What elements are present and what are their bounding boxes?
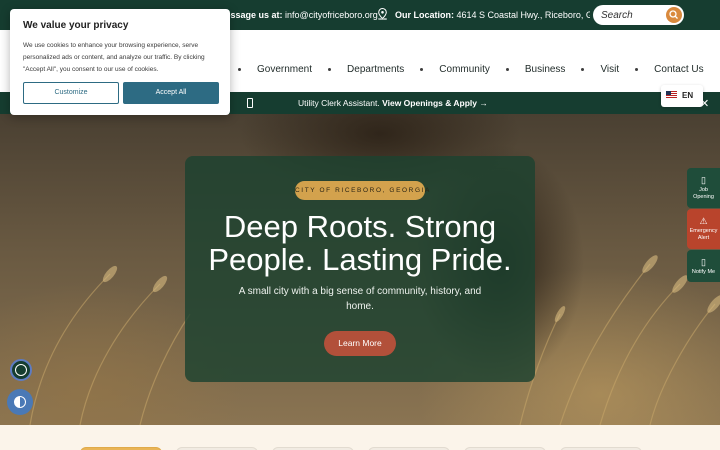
view-openings-link[interactable]: View Openings & Apply → [382, 98, 488, 108]
hero-section: CITY OF RICEBORO, GEORGIA Deep Roots. St… [0, 114, 720, 425]
language-selector[interactable]: EN [661, 85, 703, 107]
cookie-consent-dialog: We value your privacy We use cookies to … [10, 9, 230, 115]
job-opening-label-2: Opening [693, 194, 714, 200]
location-info: Our Location: 4614 S Coastal Hwy., Riceb… [395, 10, 590, 20]
job-opening-widget[interactable]: ▯ Job Opening [687, 168, 720, 208]
nav-separator [238, 68, 241, 71]
nav-item-business[interactable]: Business [517, 64, 574, 75]
nav-separator [635, 68, 639, 71]
message-info: Message us at: info@cityofriceboro.org [218, 10, 378, 20]
nav-item-departments[interactable]: Departments [339, 64, 412, 75]
job-opening-label-1: Job [699, 187, 708, 193]
emergency-alert-label-2: Alert [697, 235, 710, 241]
nav-item-contact-us[interactable]: Contact Us [646, 64, 711, 75]
search-icon [669, 10, 678, 19]
phone-icon: ▯ [701, 257, 706, 267]
location-address: 4614 S Coastal Hwy., Riceboro, GA 31323 [456, 10, 590, 20]
hero-subtitle: A small city with a big sense of communi… [238, 286, 482, 312]
warning-icon: ⚠ [699, 216, 708, 226]
announcement-text: Utility Clerk Assistant. View Openings &… [298, 98, 488, 108]
search-box [593, 5, 684, 25]
hero-card: CITY OF RICEBORO, GEORGIA Deep Roots. St… [185, 156, 535, 382]
hero-title-line-2: People. Lasting Pride. [208, 242, 512, 277]
accept-all-button[interactable]: Accept All [123, 82, 219, 104]
language-code: EN [682, 91, 694, 100]
cookie-title: We value your privacy [23, 20, 129, 31]
nav-separator [505, 68, 509, 71]
emergency-alert-widget[interactable]: ⚠ Emergency Alert [687, 209, 720, 249]
message-email[interactable]: info@cityofriceboro.org [285, 10, 378, 20]
quick-links-strip [0, 425, 720, 450]
phone-icon [247, 98, 253, 108]
hero-title-line-1: Deep Roots. Strong [223, 209, 497, 244]
nav-item-government[interactable]: Government [249, 64, 320, 75]
accessibility-icon [15, 364, 27, 376]
us-flag-icon [666, 91, 677, 99]
announcement-message: Utility Clerk Assistant. [298, 98, 380, 108]
location-label: Our Location: [395, 10, 454, 20]
contrast-icon [14, 396, 26, 408]
emergency-alert-label-1: Emergency [689, 228, 718, 234]
search-button[interactable] [666, 7, 682, 23]
location-badge: CITY OF RICEBORO, GEORGIA [295, 181, 429, 200]
nav-item-community[interactable]: Community [431, 64, 498, 75]
customize-button[interactable]: Customize [23, 82, 119, 104]
location-pin-icon [378, 8, 387, 20]
nav-item-visit[interactable]: Visit [592, 64, 627, 75]
hero-title: Deep Roots. Strong People. Lasting Pride… [185, 210, 535, 276]
nav-separator [420, 68, 424, 71]
contrast-toggle-button[interactable] [7, 389, 33, 415]
nav-separator [328, 68, 332, 71]
search-input[interactable] [601, 8, 661, 22]
learn-more-button[interactable]: Learn More [324, 331, 396, 356]
accessibility-button[interactable] [10, 359, 32, 381]
notify-me-label: Notify Me [691, 269, 716, 275]
phone-icon: ▯ [701, 175, 706, 185]
cookie-body: We use cookies to enhance your browsing … [23, 42, 205, 73]
notify-me-widget[interactable]: ▯ Notify Me [687, 250, 720, 282]
nav-separator [581, 68, 585, 71]
